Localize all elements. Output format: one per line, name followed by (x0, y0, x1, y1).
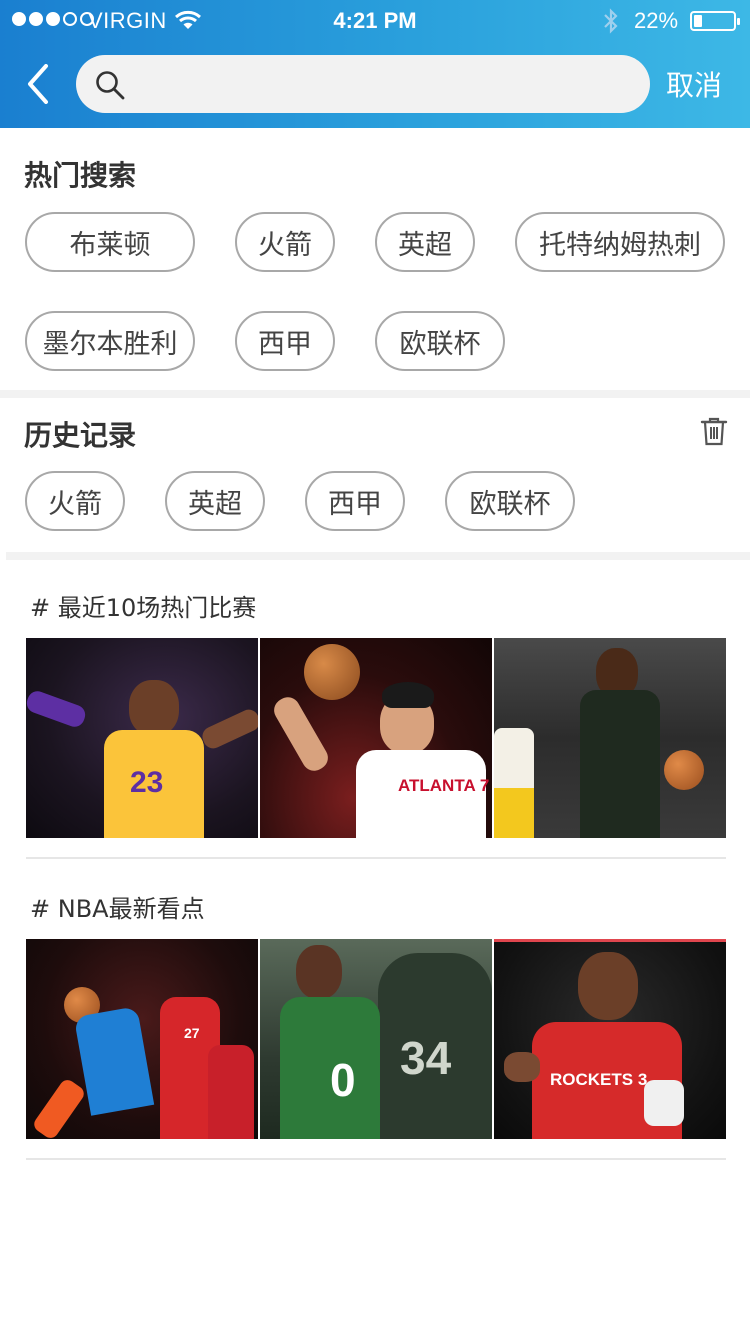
history-chip[interactable]: 欧联杯 (445, 471, 575, 531)
chevron-left-icon (28, 64, 48, 104)
jersey-number: ROCKETS 3 (550, 1070, 648, 1089)
jersey-number: 0 (330, 1054, 356, 1106)
search-icon (96, 71, 125, 100)
bluetooth-icon (604, 8, 618, 34)
status-bar: VIRGIN 4:21 PM 22% (0, 0, 750, 40)
back-button[interactable] (18, 60, 58, 108)
search-input[interactable] (136, 55, 636, 113)
topic-divider (26, 857, 726, 859)
hot-search-chip[interactable]: 布莱顿 (25, 212, 195, 272)
topic-image-row: 23 ATLANTA 7 (26, 638, 726, 838)
top-header: VIRGIN 4:21 PM 22% 取消 (0, 0, 750, 128)
cancel-button[interactable]: 取消 (666, 64, 722, 104)
topic-thumbnail[interactable]: ROCKETS 3 (494, 939, 726, 1139)
topic-thumbnail[interactable] (494, 638, 726, 838)
topic-thumbnail[interactable]: 34 0 (260, 939, 492, 1139)
topic-thumbnail[interactable]: 23 (26, 638, 258, 838)
jersey-number: 23 (130, 766, 164, 799)
hot-search-chip[interactable]: 墨尔本胜利 (25, 311, 195, 371)
hot-search-chip[interactable]: 火箭 (235, 212, 335, 272)
topic-image-row: 27 34 0 ROCKETS 3 (26, 939, 726, 1139)
hot-search-chip[interactable]: 西甲 (235, 311, 335, 371)
history-title: 历史记录 (24, 419, 137, 452)
history-chip[interactable]: 火箭 (25, 471, 125, 531)
section-divider (0, 390, 750, 398)
hot-search-chip[interactable]: 托特纳姆热刺 (515, 212, 725, 272)
topic-thumbnail[interactable]: 27 (26, 939, 258, 1139)
battery-percentage: 22% (634, 8, 679, 33)
search-bar[interactable] (76, 55, 650, 113)
hot-search-title: 热门搜索 (24, 159, 137, 192)
topic-thumbnail[interactable]: ATLANTA 7 (260, 638, 492, 838)
topic-divider (26, 1158, 726, 1160)
jersey-number: ATLANTA 7 (398, 776, 490, 795)
section-divider (6, 552, 750, 560)
history-chip[interactable]: 英超 (165, 471, 265, 531)
history-chip[interactable]: 西甲 (305, 471, 405, 531)
trash-icon[interactable] (700, 416, 728, 446)
topic-title: # NBA最新看点 (30, 895, 205, 923)
topic-title: # 最近10场热门比赛 (30, 594, 257, 622)
battery-icon (690, 11, 740, 31)
hot-search-chip[interactable]: 英超 (375, 212, 475, 272)
jersey-number: 27 (184, 1025, 200, 1041)
hot-search-chip[interactable]: 欧联杯 (375, 311, 505, 371)
